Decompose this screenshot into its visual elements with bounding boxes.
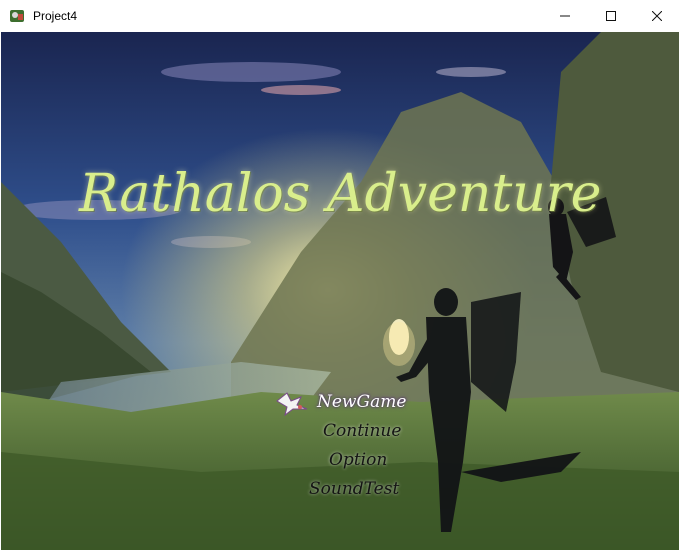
menu-item-continue[interactable]: Continue (271, 417, 451, 446)
game-scene[interactable]: Rathalos Adventure NewGame Continue Opti… (1, 32, 679, 550)
close-button[interactable] (634, 0, 680, 32)
winged-dragon-cursor-icon (276, 392, 308, 417)
game-window: Project4 Rathalos Adventure NewGame Cont… (0, 0, 680, 551)
game-title: Rathalos Adventure (79, 164, 602, 224)
window-controls (542, 0, 680, 32)
title-menu: NewGame Continue Option SoundTest (271, 388, 451, 504)
menu-item-option[interactable]: Option (271, 446, 451, 475)
app-icon (10, 10, 24, 22)
maximize-icon (606, 11, 616, 21)
minimize-icon (560, 15, 570, 17)
minimize-button[interactable] (542, 0, 588, 32)
maximize-button[interactable] (588, 0, 634, 32)
menu-item-soundtest[interactable]: SoundTest (271, 475, 451, 504)
close-icon (652, 11, 662, 21)
window-title: Project4 (33, 9, 78, 23)
title-bar[interactable]: Project4 (0, 0, 680, 32)
